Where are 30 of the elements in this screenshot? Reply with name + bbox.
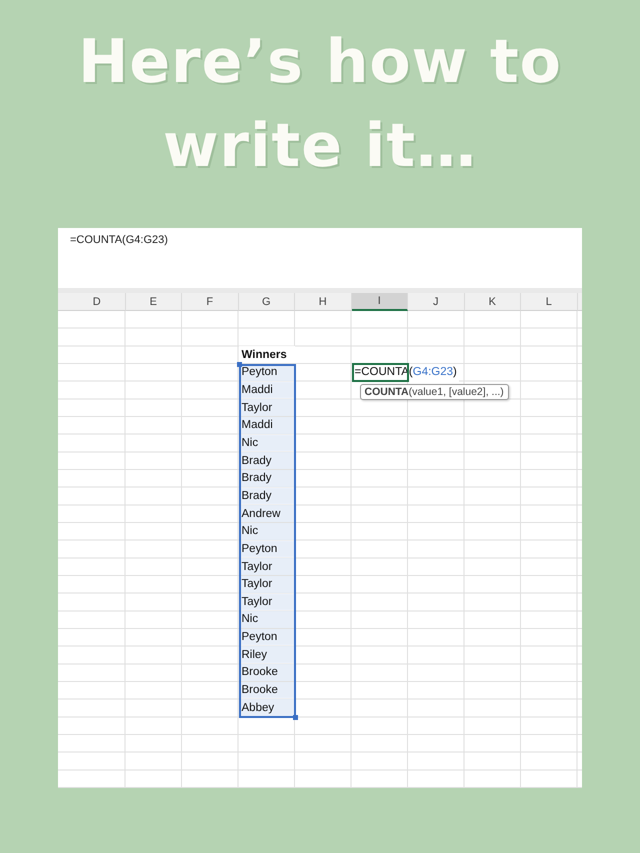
table-cell: Abbey <box>238 699 295 716</box>
table-cell: Nic <box>238 522 295 540</box>
column-header[interactable]: I <box>352 293 408 311</box>
selection-handle[interactable] <box>293 715 298 720</box>
table-cell: Nic <box>238 611 295 628</box>
selection-handle[interactable] <box>236 362 242 367</box>
table-cell: Maddi <box>238 382 295 398</box>
table-cell: Brooke <box>238 664 295 681</box>
column-header[interactable]: K <box>464 293 521 311</box>
column-header[interactable]: G <box>238 293 295 311</box>
table-cell: Taylor <box>238 594 295 610</box>
table-cell: Brooke <box>238 682 295 698</box>
table-cell: Peyton <box>238 628 295 646</box>
table-cell: Taylor <box>238 576 295 592</box>
table-cell: Nic <box>238 434 295 452</box>
table-cell: Taylor <box>238 558 295 575</box>
table-cell: Brady <box>238 488 295 504</box>
table-cell: Andrew <box>238 505 295 522</box>
table-cell: Maddi <box>238 416 295 434</box>
table-cell: Brady <box>238 452 295 469</box>
table-cell: Winners <box>238 346 295 363</box>
table-cell: Taylor <box>238 399 295 416</box>
table-cell: Brady <box>238 470 295 487</box>
table-cell: Peyton <box>238 540 295 558</box>
table-cell: Riley <box>238 646 295 664</box>
formula-bar[interactable]: =COUNTA(G4:G23) <box>58 228 582 288</box>
headline: write it… <box>162 110 478 183</box>
column-header[interactable]: E <box>126 293 182 311</box>
headline: Here’s how to <box>78 26 562 99</box>
function-tooltip: COUNTA(value1, [value2], ...) <box>360 384 509 400</box>
